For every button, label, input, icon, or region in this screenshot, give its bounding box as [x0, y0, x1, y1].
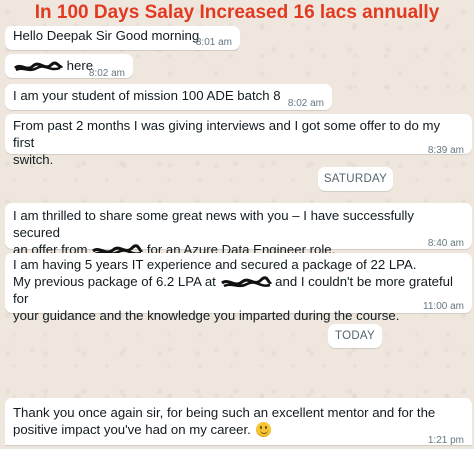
message-time: 8:02 am	[88, 68, 125, 79]
message-time: 8:01 am	[195, 37, 232, 48]
message-text: From past 2 months I was giving intervie…	[13, 118, 441, 150]
smiling-face-emoji	[256, 422, 272, 437]
message-time: 8:40 am	[427, 238, 464, 249]
message-text: I am your student of mission 100 ADE bat…	[13, 88, 281, 103]
message-text: your guidance and the knowledge you impa…	[13, 308, 400, 323]
date-separator-today: TODAY	[328, 324, 382, 348]
message-bubble[interactable]: From past 2 months I was giving intervie…	[5, 114, 472, 167]
message-text: Thank you once again sir, for being such…	[13, 405, 436, 420]
message-time: 8:39 am	[427, 145, 464, 156]
message-bubble[interactable]: I am thrilled to share some great news w…	[5, 203, 472, 257]
message-bubble[interactable]: I am your student of mission 100 ADE bat…	[5, 84, 332, 110]
redacted-company-scribble	[220, 275, 272, 287]
message-text: I am thrilled to share some great news w…	[13, 208, 414, 240]
message-text: switch.	[13, 152, 54, 167]
message-text: My previous package of 6.2 LPA at	[13, 274, 216, 289]
banner-title: In 100 Days Salay Increased 16 lacs annu…	[34, 2, 440, 23]
message-bubble[interactable]: Thank you once again sir, for being such…	[5, 398, 472, 446]
message-time: 1:21 pm	[427, 435, 464, 446]
date-separator-saturday: SATURDAY	[318, 167, 393, 191]
redacted-name-scribble	[14, 61, 63, 71]
message-text: positive impact you've had on my career.	[13, 422, 251, 437]
message-time: 8:02 am	[287, 98, 324, 109]
message-bubble[interactable]: here 8:02 am	[5, 54, 133, 79]
message-time: 11:00 am	[423, 301, 464, 312]
message-text: I am having 5 years IT experience and se…	[13, 257, 417, 272]
message-bubble[interactable]: I am having 5 years IT experience and se…	[5, 253, 472, 323]
message-text: Hello Deepak Sir Good morning	[13, 28, 200, 43]
message-bubble[interactable]: Hello Deepak Sir Good morning 8:01 am	[5, 26, 240, 50]
